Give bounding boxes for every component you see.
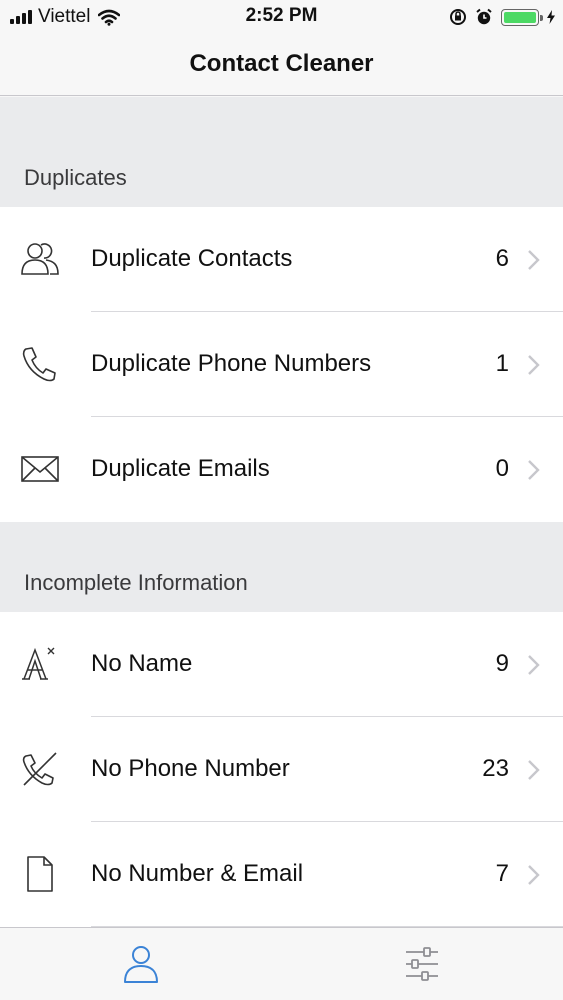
chevron-right-icon [528, 760, 540, 780]
battery-icon [501, 8, 543, 26]
navigation-bar: Contact Cleaner [0, 34, 563, 96]
row-no-phone-number[interactable]: No Phone Number 23 [0, 717, 563, 822]
contacts-tab-icon[interactable] [121, 942, 161, 986]
alarm-icon [476, 8, 492, 25]
duplicates-group: Duplicate Contacts 6 Duplicate Phone Num… [0, 207, 563, 522]
row-label: Duplicate Emails [91, 455, 270, 482]
settings-sliders-icon[interactable] [402, 942, 442, 986]
chevron-right-icon [528, 355, 540, 375]
status-right [449, 6, 555, 28]
row-label: Duplicate Phone Numbers [91, 350, 372, 377]
no-phone-icon [22, 752, 57, 786]
row-no-name[interactable]: No Name 9 [0, 612, 563, 717]
row-label: No Phone Number [91, 755, 290, 782]
charging-bolt-icon [547, 10, 555, 24]
section-title: Incomplete Information [24, 570, 248, 595]
row-no-number-and-email[interactable]: No Number & Email 7 [0, 822, 563, 927]
envelope-icon [21, 456, 59, 482]
row-label: Duplicate Contacts [91, 245, 293, 272]
content-list[interactable]: Duplicates Duplicate Contacts 6 Duplicat… [0, 97, 563, 927]
row-duplicate-phone-numbers[interactable]: Duplicate Phone Numbers 1 [0, 312, 563, 417]
chevron-right-icon [528, 460, 540, 480]
chevron-right-icon [528, 865, 540, 885]
tab-bar [0, 927, 563, 1000]
row-count: 0 [495, 455, 509, 482]
row-duplicate-contacts[interactable]: Duplicate Contacts 6 [0, 207, 563, 312]
no-name-icon [22, 647, 55, 680]
page-title: Contact Cleaner [189, 50, 374, 77]
row-count: 23 [482, 755, 509, 782]
row-duplicate-emails[interactable]: Duplicate Emails 0 [0, 417, 563, 522]
phone-icon [22, 347, 56, 382]
chevron-right-icon [528, 250, 540, 270]
document-icon [27, 856, 53, 892]
row-label: No Name [91, 650, 193, 677]
row-label: No Number & Email [91, 860, 304, 887]
people-icon [21, 243, 59, 275]
chevron-right-icon [528, 655, 540, 675]
row-count: 1 [495, 350, 509, 377]
section-title: Duplicates [24, 165, 127, 190]
row-count: 6 [495, 245, 509, 272]
orientation-lock-icon [450, 9, 466, 25]
section-header-incomplete: Incomplete Information [0, 522, 563, 612]
row-count: 9 [495, 650, 509, 677]
status-bar: Viettel 2:52 PM [0, 0, 563, 34]
row-count: 7 [495, 860, 509, 887]
incomplete-group: No Name 9 No Phone Number 23 No Number &… [0, 612, 563, 927]
section-header-duplicates: Duplicates [0, 97, 563, 207]
